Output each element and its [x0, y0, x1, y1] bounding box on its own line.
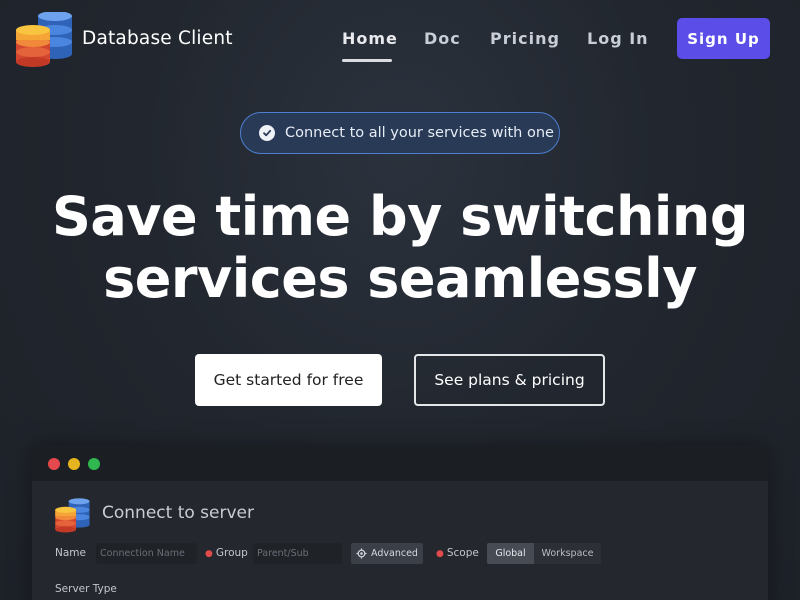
close-dot-icon[interactable]: [48, 458, 60, 470]
advanced-button[interactable]: Advanced: [351, 543, 423, 564]
active-nav-underline: [342, 59, 392, 62]
scope-label: ● Scope: [436, 547, 479, 559]
app-preview-window: Connect to server Name Connection Name ●…: [32, 445, 768, 600]
database-logo-icon[interactable]: [14, 12, 76, 68]
minimize-dot-icon[interactable]: [68, 458, 80, 470]
announcement-badge[interactable]: Connect to all your services with one: [240, 112, 560, 154]
nav-link-doc[interactable]: Doc: [424, 29, 461, 48]
group-label: ● Group: [205, 547, 248, 559]
required-marker-icon: ●: [205, 549, 213, 559]
group-input[interactable]: Parent/Sub: [253, 543, 342, 564]
connect-form: Connect to server Name Connection Name ●…: [32, 481, 768, 600]
advanced-label: Advanced: [371, 548, 418, 559]
nav-link-login[interactable]: Log In: [587, 29, 649, 48]
group-label-text: Group: [215, 547, 248, 559]
maximize-dot-icon[interactable]: [88, 458, 100, 470]
nav-link-home[interactable]: Home: [342, 29, 398, 48]
required-marker-icon: ●: [436, 549, 444, 559]
scope-option-workspace[interactable]: Workspace: [534, 543, 601, 564]
connection-name-input[interactable]: Connection Name: [96, 543, 197, 564]
server-type-label: Server Type: [55, 583, 117, 595]
scope-option-global[interactable]: Global: [487, 543, 534, 564]
see-pricing-button[interactable]: See plans & pricing: [414, 354, 605, 406]
brand-name[interactable]: Database Client: [82, 28, 233, 49]
window-title-bar: [32, 445, 768, 481]
signup-button[interactable]: Sign Up: [677, 18, 770, 59]
hero-title-line-2: services seamlessly: [103, 247, 697, 310]
top-nav: Database Client Home Doc Pricing Log In …: [0, 0, 800, 78]
get-started-button[interactable]: Get started for free: [195, 354, 382, 406]
gear-icon: [356, 548, 367, 559]
nav-link-pricing[interactable]: Pricing: [490, 29, 560, 48]
hero-title-line-1: Save time by switching: [51, 185, 749, 248]
scope-label-text: Scope: [446, 547, 479, 559]
hero-title: Save time by switching services seamless…: [0, 186, 800, 310]
check-circle-icon: [259, 125, 275, 141]
name-label: Name: [55, 547, 86, 559]
dialog-title: Connect to server: [102, 503, 254, 523]
badge-text: Connect to all your services with one: [285, 125, 554, 141]
database-logo-icon: [55, 498, 90, 533]
